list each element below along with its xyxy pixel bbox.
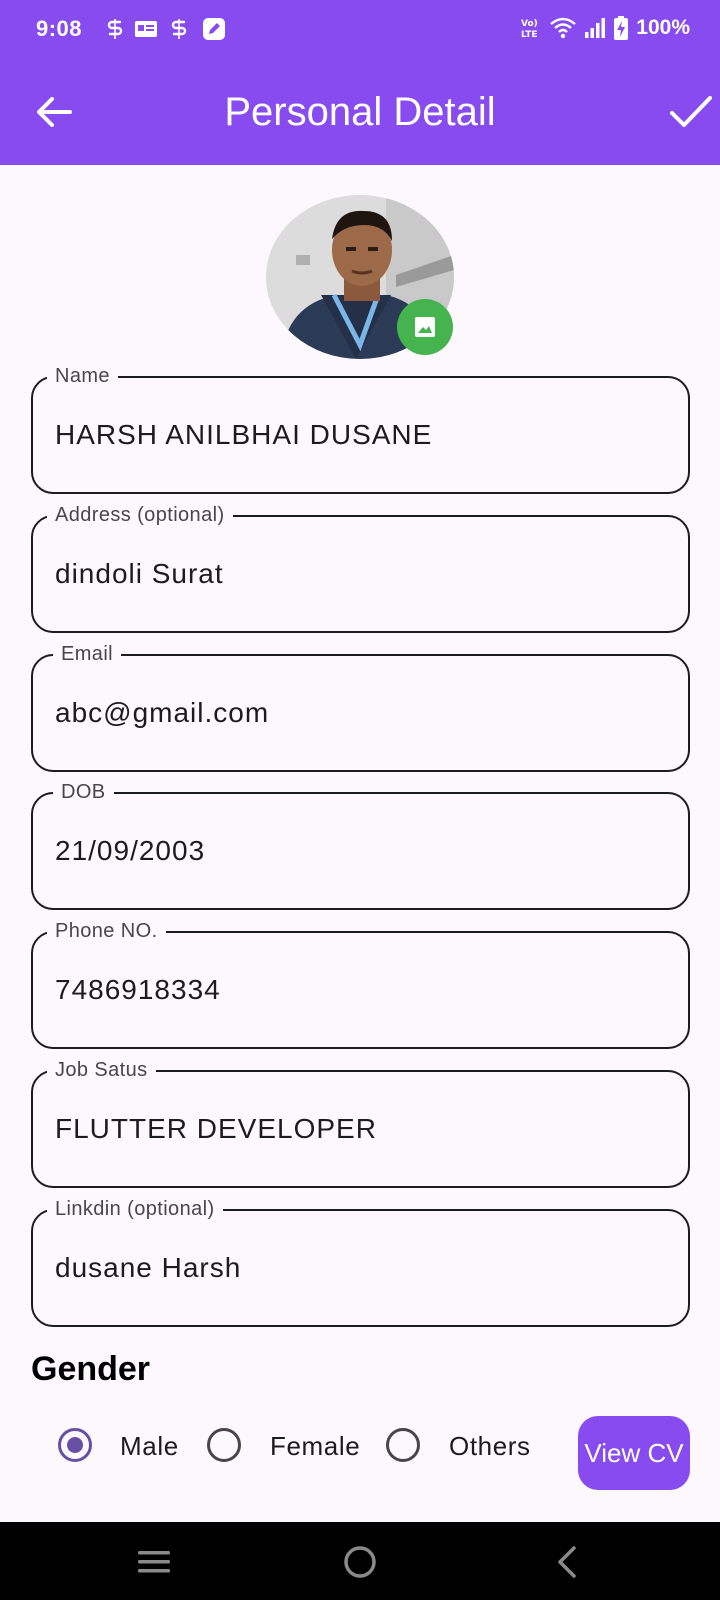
signal-icon bbox=[585, 18, 606, 38]
radio-others[interactable] bbox=[386, 1428, 420, 1462]
email-value[interactable]: abc@gmail.com bbox=[55, 696, 269, 730]
phone-value[interactable]: 7486918334 bbox=[55, 973, 221, 1007]
dob-label: DOB bbox=[53, 779, 114, 805]
name-field[interactable]: Name HARSH ANILBHAI DUSANE bbox=[31, 363, 690, 494]
volte-icon: Vo) LTE bbox=[521, 19, 538, 40]
wifi-icon bbox=[550, 17, 577, 39]
check-icon[interactable] bbox=[664, 86, 716, 138]
radio-female-label[interactable]: Female bbox=[270, 1430, 360, 1462]
linkedin-value[interactable]: dusane Harsh bbox=[55, 1251, 241, 1285]
edit-app-icon bbox=[203, 18, 225, 40]
view-cv-button[interactable]: View CV bbox=[578, 1416, 690, 1490]
phone-label: Phone NO. bbox=[47, 918, 166, 944]
id-card-icon bbox=[135, 21, 157, 37]
phone-field[interactable]: Phone NO. 7486918334 bbox=[31, 918, 690, 1049]
menu-icon[interactable] bbox=[134, 1542, 174, 1582]
job-status-label: Job Satus bbox=[47, 1057, 156, 1083]
image-icon bbox=[415, 317, 435, 337]
email-field[interactable]: Email abc@gmail.com bbox=[31, 641, 690, 772]
back-icon[interactable] bbox=[548, 1542, 588, 1582]
sync-icon bbox=[171, 19, 187, 39]
job-status-field[interactable]: Job Satus FLUTTER DEVELOPER bbox=[31, 1057, 690, 1188]
svg-text:LTE: LTE bbox=[521, 30, 538, 40]
linkedin-field[interactable]: Linkdin (optional) dusane Harsh bbox=[31, 1196, 690, 1327]
app-bar: Personal Detail bbox=[0, 60, 720, 165]
email-label: Email bbox=[53, 641, 122, 667]
dob-field[interactable]: DOB 21/09/2003 bbox=[31, 779, 690, 910]
system-nav-bar bbox=[0, 1522, 720, 1600]
radio-male-label[interactable]: Male bbox=[120, 1430, 179, 1462]
status-bar: 9:08 Vo) LTE 100% bbox=[0, 0, 720, 60]
radio-female[interactable] bbox=[207, 1428, 241, 1462]
battery-percent: 100% bbox=[636, 16, 690, 39]
profile-photo-section bbox=[266, 195, 454, 359]
address-field[interactable]: Address (optional) dindoli Surat bbox=[31, 502, 690, 633]
job-status-value[interactable]: FLUTTER DEVELOPER bbox=[55, 1112, 377, 1146]
status-time: 9:08 bbox=[36, 16, 83, 41]
dob-value[interactable]: 21/09/2003 bbox=[55, 834, 205, 868]
address-value[interactable]: dindoli Surat bbox=[55, 557, 224, 591]
change-photo-button[interactable] bbox=[397, 299, 453, 355]
name-value[interactable]: HARSH ANILBHAI DUSANE bbox=[55, 418, 432, 452]
battery-icon bbox=[614, 16, 629, 40]
name-label: Name bbox=[47, 363, 118, 389]
gender-title: Gender bbox=[31, 1350, 151, 1388]
linkedin-label: Linkdin (optional) bbox=[47, 1196, 223, 1222]
address-label: Address (optional) bbox=[47, 502, 233, 528]
sync-icon bbox=[107, 19, 123, 39]
home-icon[interactable] bbox=[340, 1542, 380, 1582]
status-indicators: Vo) LTE 100% bbox=[520, 16, 690, 40]
radio-others-label[interactable]: Others bbox=[449, 1430, 531, 1462]
radio-male[interactable] bbox=[58, 1428, 92, 1462]
svg-text:Vo): Vo) bbox=[521, 19, 538, 29]
page-title: Personal Detail bbox=[224, 90, 496, 134]
